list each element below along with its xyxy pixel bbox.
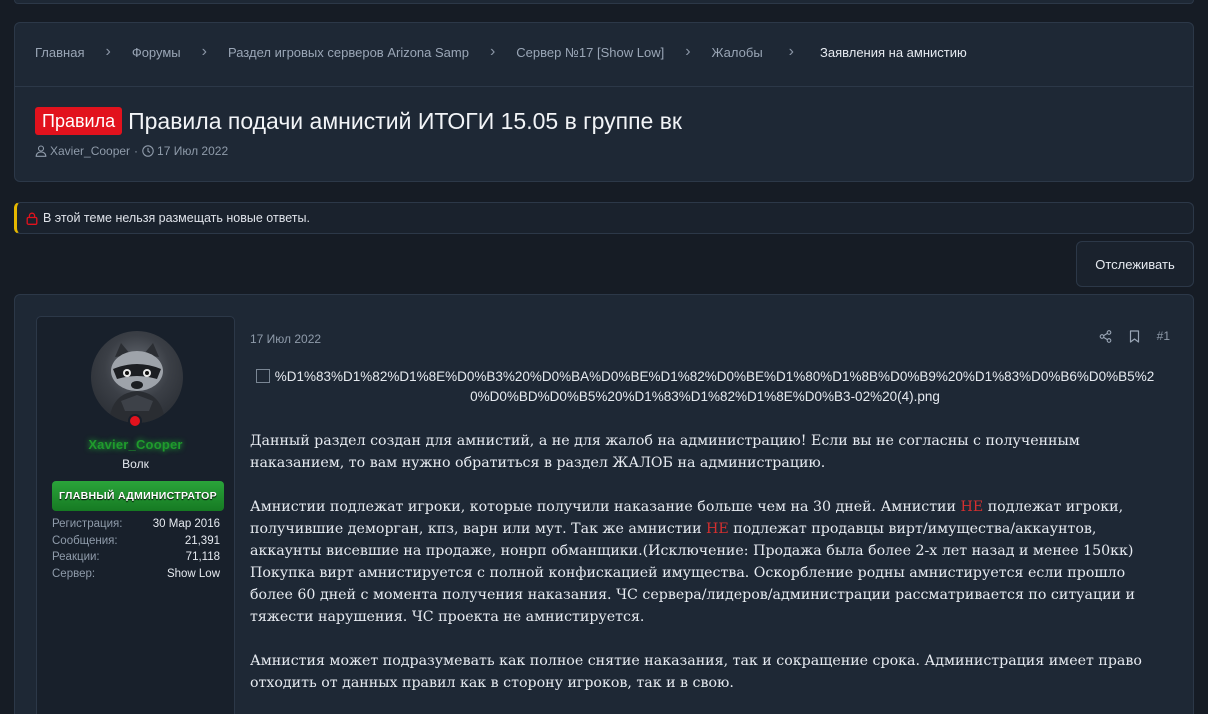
- watch-button[interactable]: Отслеживать: [1076, 241, 1194, 287]
- raccoon-avatar-icon: [109, 343, 165, 423]
- stat-value: Show Low: [166, 567, 220, 580]
- stat-row: Реакции: 71,118: [52, 549, 220, 566]
- emphasis-text: НЕ: [960, 499, 984, 515]
- stat-row: Сервер: Show Low: [52, 566, 220, 583]
- lock-icon: [26, 212, 38, 225]
- previous-block-edge: [14, 0, 1194, 4]
- thread-title: Правила подачи амнистий ИТОГИ 15.05 в гр…: [128, 108, 682, 134]
- chevron-right-icon: ›: [685, 43, 691, 60]
- stat-label: Сервер:: [52, 567, 96, 580]
- post-paragraph: Амнистия может подразумевать как полное …: [250, 653, 1142, 691]
- user-icon: [35, 145, 47, 157]
- bookmark-icon[interactable]: [1129, 329, 1140, 343]
- post-date[interactable]: 17 Июл 2022: [250, 332, 321, 346]
- breadcrumb-amnesty[interactable]: Заявления на амнистию: [820, 45, 967, 60]
- status-indicator: [128, 414, 142, 428]
- stat-label: Реакции:: [52, 551, 100, 564]
- emphasis-text: НЕ: [706, 521, 729, 537]
- locked-notice-text: В этой теме нельзя размещать новые ответ…: [43, 211, 310, 225]
- breadcrumb-arizona-servers[interactable]: Раздел игровых серверов Arizona Samp: [228, 45, 469, 60]
- stat-row: Регистрация: 30 Мар 2016: [52, 516, 220, 533]
- broken-image-icon: [255, 369, 270, 383]
- broken-image: %D1%83%D1%82%D1%8E%D0%B3%20%D0%BA%D0%BE%…: [250, 367, 1160, 407]
- stat-label: Регистрация:: [52, 518, 123, 531]
- role-banner: ГЛАВНЫЙ АДМИНИСТРАТОР: [52, 481, 224, 511]
- page-title: Правила Правила подачи амнистий ИТОГИ 15…: [35, 107, 682, 135]
- locked-notice: В этой теме нельзя размещать новые ответ…: [14, 202, 1194, 234]
- breadcrumb-complaints[interactable]: Жалобы: [712, 45, 763, 60]
- chevron-right-icon: ›: [489, 43, 496, 60]
- post-actions: #1: [1082, 329, 1170, 343]
- post-paragraph: Данный раздел создан для амнистий, а не …: [250, 433, 1080, 471]
- chevron-right-icon: ›: [201, 43, 207, 60]
- thread-author[interactable]: Xavier_Cooper: [50, 144, 130, 158]
- post-paragraph: Амнистии подлежат игроки, которые получи…: [250, 496, 1165, 628]
- header-divider: [15, 86, 1193, 87]
- share-icon[interactable]: [1099, 329, 1112, 343]
- stat-value: 71,118: [185, 551, 220, 564]
- thread-meta: Xavier_Cooper · 17 Июл 2022: [35, 144, 228, 158]
- stat-value: 30 Мар 2016: [152, 518, 220, 531]
- breadcrumb-forums[interactable]: Форумы: [132, 45, 181, 60]
- stat-value[interactable]: 21,391: [185, 535, 220, 547]
- breadcrumb-server-17[interactable]: Сервер №17 [Show Low]: [516, 45, 664, 60]
- post-text: Амнистии подлежат игроки, которые получи…: [250, 499, 961, 515]
- chevron-right-icon: ›: [788, 43, 794, 60]
- stat-label: Сообщения:: [52, 534, 118, 547]
- post: Xavier_Cooper Волк ГЛАВНЫЙ АДМИНИСТРАТОР…: [14, 294, 1194, 714]
- clock-icon: [142, 145, 154, 157]
- stat-row: Сообщения: 21,391: [52, 533, 220, 550]
- post-user-panel: Xavier_Cooper Волк ГЛАВНЫЙ АДМИНИСТРАТОР…: [36, 316, 235, 714]
- avatar[interactable]: [91, 331, 183, 423]
- breadcrumb-home[interactable]: Главная: [35, 45, 84, 60]
- meta-separator: ·: [134, 144, 139, 158]
- post-number-link[interactable]: #1: [1157, 329, 1170, 343]
- thread-prefix-badge[interactable]: Правила: [35, 107, 123, 135]
- image-alt-text: 0%D0%BD%D0%B5%20%D1%83%D1%82%D1%8E%D0%B3…: [470, 389, 940, 404]
- post-username[interactable]: Xavier_Cooper: [37, 437, 234, 452]
- chevron-right-icon: ›: [105, 43, 111, 60]
- user-title: Волк: [122, 457, 149, 471]
- user-stats: Регистрация: 30 Мар 2016 Сообщения: 21,3…: [52, 516, 220, 582]
- post-body: Данный раздел создан для амнистий, а не …: [250, 430, 1165, 714]
- breadcrumb: Главная › Форумы › Раздел игровых сервер…: [35, 44, 967, 60]
- thread-header: Главная › Форумы › Раздел игровых сервер…: [14, 22, 1194, 182]
- thread-date[interactable]: 17 Июл 2022: [157, 144, 228, 158]
- image-alt-text: %D1%83%D1%82%D1%8E%D0%B3%20%D0%BA%D0%BE%…: [274, 369, 1155, 384]
